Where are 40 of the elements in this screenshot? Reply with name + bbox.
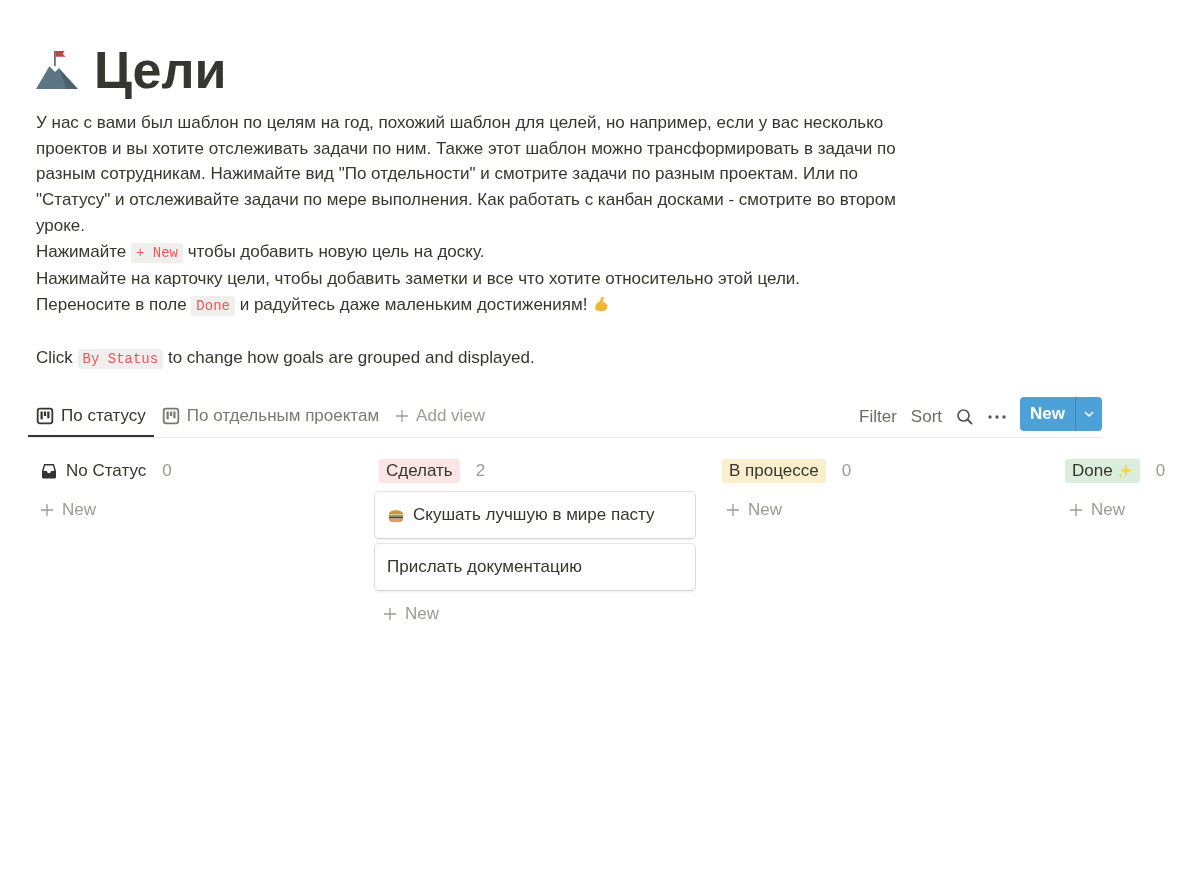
column-count: 0 bbox=[1155, 461, 1166, 481]
description-paragraph: Нажимайте + New чтобы добавить новую цель на доску. bbox=[36, 240, 486, 265]
view-tab[interactable]: По статусу bbox=[28, 397, 154, 437]
view-tab[interactable]: По отдельным проектам bbox=[153, 397, 388, 437]
caret-icon bbox=[1084, 411, 1094, 417]
new-dropdown-button[interactable] bbox=[1075, 397, 1102, 431]
status-tag: В процессе bbox=[722, 459, 826, 483]
column-title: No Статус bbox=[66, 461, 147, 481]
board-icon bbox=[161, 406, 180, 425]
description-paragraph: У нас с вами был шаблон по целям на год, похожий шаблон для целей, но например, если у вас несколько проектов и вы хотите отслеживать задачи по ним. Также этот шаблон можно трансформировать в задачи по разным сотрудникам. Нажимайте вид "По отдельности" и смотрите задачи по разным проектам. Или по "Статусу" и отслеживайте задачи по мере выполнения. Как работать с канбан досками - смотрите во втором уроке. bbox=[36, 112, 897, 237]
description-paragraph: Переносите в поле Done и радуйтесь даже маленьким достижениям! bbox=[36, 291, 936, 320]
inbox-icon bbox=[40, 462, 58, 480]
add-card-button[interactable]: New bbox=[36, 492, 100, 528]
add-card-button[interactable]: New bbox=[1065, 492, 1129, 528]
add-card-button[interactable]: New bbox=[379, 596, 443, 632]
plus-icon bbox=[40, 503, 54, 517]
board-icon bbox=[36, 406, 54, 425]
page-title: Цели bbox=[94, 40, 227, 100]
column-count: 0 bbox=[841, 461, 852, 481]
sort-button[interactable]: Sort bbox=[910, 407, 943, 427]
sparkles-icon bbox=[1116, 463, 1133, 479]
column-count: 2 bbox=[475, 461, 486, 481]
mountain-flag-icon bbox=[36, 49, 78, 91]
column-count: 0 bbox=[162, 461, 172, 481]
plus-icon bbox=[1069, 503, 1083, 517]
description-paragraph: Click By Status to change how goals are grouped and displayed. bbox=[36, 347, 536, 372]
plus-icon bbox=[726, 503, 740, 517]
plus-icon bbox=[395, 408, 410, 423]
new-button[interactable]: New bbox=[1020, 397, 1075, 431]
add-card-button[interactable]: New bbox=[722, 492, 786, 528]
goal-card[interactable]: Скушать лучшую в мире пасту bbox=[375, 492, 695, 538]
more-icon[interactable] bbox=[988, 415, 1007, 419]
filter-button[interactable]: Filter bbox=[859, 407, 897, 427]
plus-icon bbox=[383, 607, 397, 621]
goal-card[interactable]: Прислать документацию bbox=[375, 544, 695, 590]
search-icon[interactable] bbox=[956, 408, 975, 426]
status-tag: Сделать bbox=[379, 459, 460, 483]
status-tag: Done bbox=[1065, 459, 1140, 483]
add-view-button[interactable]: Add view bbox=[387, 397, 494, 437]
description-paragraph: Нажимайте на карточку цели, чтобы добавить заметки и все что хотите относительно этой цели. bbox=[36, 268, 802, 291]
